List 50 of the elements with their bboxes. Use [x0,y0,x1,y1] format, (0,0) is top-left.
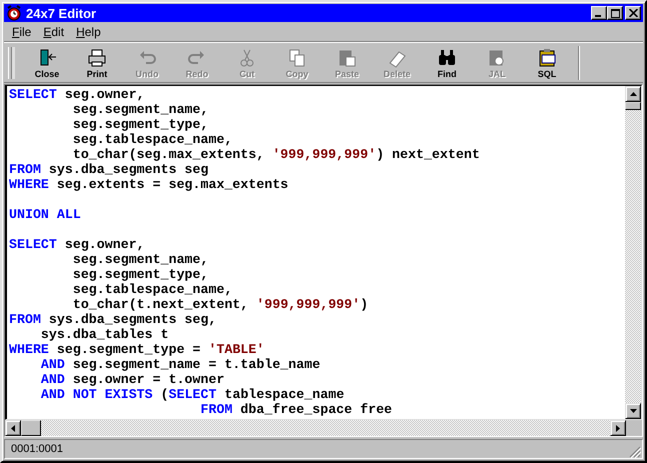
code-line: to_char(t.next_extent, '999,999,999') [72,297,368,312]
binoculars-icon [437,48,457,68]
code-line: FROM sys.dba_segments seg [9,162,208,177]
code-line: FROM dba_free_space free [200,402,392,417]
code-line: WHERE seg.segment_type = 'TABLE' [9,342,264,357]
toolbar-button[interactable]: Close [22,45,72,81]
code-line: seg.segment_name, [72,102,208,117]
code-line: to_char(seg.max_extents, '999,999,999') next_extent [72,147,480,162]
code-line: SELECT seg.owner, [9,237,145,252]
printer-icon [87,48,107,68]
code-line: UNION ALL [9,207,81,222]
menu-item[interactable]: File [6,24,38,38]
sql-clipboard-icon [537,48,557,68]
up-arrow-icon [630,92,636,96]
code-line: AND NOT EXISTS (SELECT tablespace_name [40,387,344,402]
close-button[interactable] [625,6,641,20]
horizontal-scrollbar[interactable] [5,420,626,436]
menu-item[interactable]: Edit [37,24,70,38]
cursor-position: 0001:0001 [11,443,64,455]
toolbar-button[interactable]: Print [72,45,122,81]
scroll-thumb[interactable] [21,420,41,436]
toolbar-button[interactable]: Find [422,45,472,81]
code-line: AND seg.owner = t.owner [40,372,224,387]
code-line: SELECT seg.owner, [9,87,145,102]
down-arrow-icon [630,409,636,413]
code-line: seg.segment_type, [72,267,208,282]
code-line: seg.segment_type, [72,117,208,132]
maximize-icon [610,8,620,18]
maximize-button[interactable] [607,6,623,20]
scroll-thumb[interactable] [625,102,641,110]
toolbar-grip[interactable] [8,47,12,79]
right-arrow-icon [616,424,620,432]
minimize-button[interactable] [591,6,607,20]
close-icon [628,9,638,17]
menu-item[interactable]: Help [70,24,107,38]
toolbar-button[interactable]: SQL [522,45,572,81]
code-line: sys.dba_tables t [40,327,169,342]
code-line: seg.tablespace_name, [72,282,232,297]
copy-pages-icon [287,48,307,68]
left-arrow-icon [11,424,15,432]
code-line: seg.segment_name, [72,252,208,267]
code-line: WHERE seg.extents = seg.max_extents [9,177,288,192]
alarm-clock-icon [6,5,22,21]
window-title: 24x7 Editor [26,6,98,20]
vertical-scrollbar[interactable] [625,86,641,419]
code-editor[interactable] [6,86,625,419]
code-line: seg.tablespace_name, [72,132,232,147]
resize-grip-icon[interactable] [629,446,641,458]
code-line: FROM sys.dba_segments seg, [9,312,216,327]
code-line: AND seg.segment_name = t.table_name [40,357,320,372]
